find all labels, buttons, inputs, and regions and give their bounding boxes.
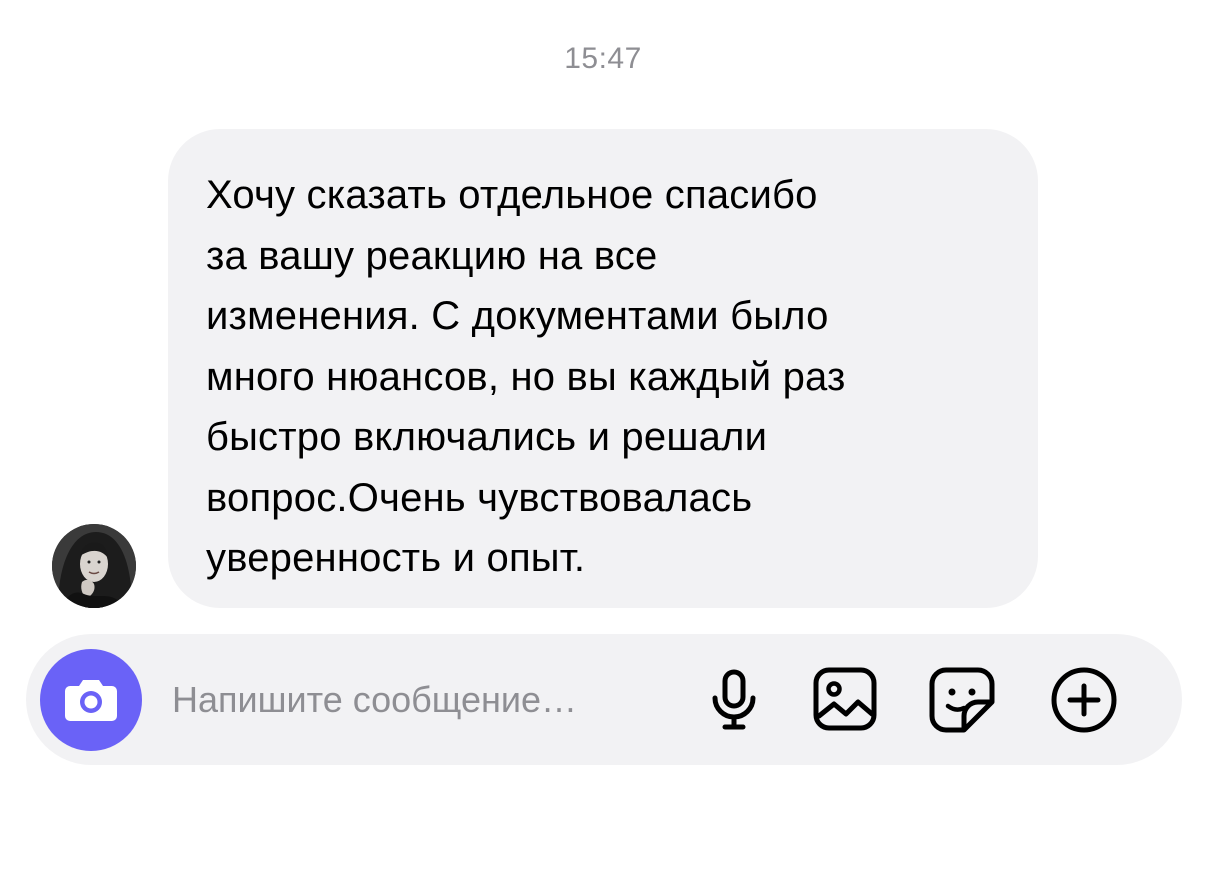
camera-button[interactable] — [40, 649, 142, 751]
message-composer — [26, 634, 1182, 765]
image-icon — [813, 667, 877, 731]
plus-circle-icon — [1051, 667, 1117, 733]
avatar-photo — [52, 524, 136, 608]
message-timestamp: 15:47 — [564, 42, 642, 75]
sticker-icon — [929, 667, 995, 733]
sticker-button[interactable] — [926, 664, 998, 736]
attach-image-button[interactable] — [810, 664, 882, 736]
message-input[interactable] — [172, 674, 672, 726]
voice-message-button[interactable] — [698, 664, 770, 736]
message-text: Хочу сказать отдельное спасибо за вашу р… — [206, 173, 846, 580]
microphone-icon — [712, 669, 756, 730]
avatar[interactable] — [52, 524, 136, 608]
camera-icon — [65, 680, 117, 721]
more-attachments-button[interactable] — [1048, 664, 1120, 736]
incoming-message-bubble[interactable]: Хочу сказать отдельное спасибо за вашу р… — [168, 129, 1038, 608]
